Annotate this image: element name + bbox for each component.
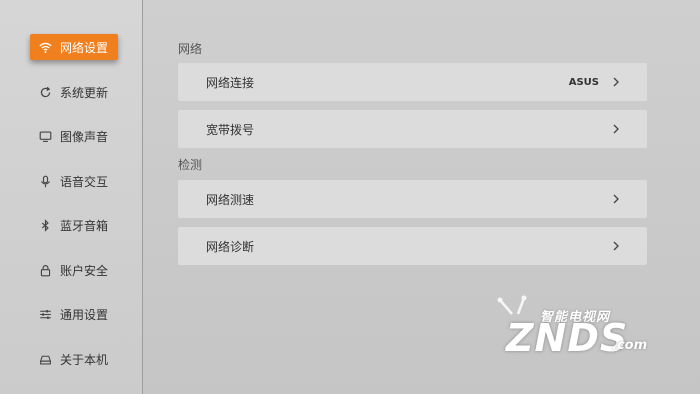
- sidebar-item-label: 网络设置: [60, 40, 109, 55]
- refresh-icon: [38, 85, 52, 99]
- sidebar-item-label: 关于本机: [60, 352, 109, 367]
- sidebar-item-label: 图像声音: [60, 129, 109, 144]
- sidebar-item-label: 账户安全: [60, 263, 109, 278]
- sidebar-item-picture-sound[interactable]: 图像声音: [30, 123, 118, 149]
- sidebar-item-label: 系统更新: [60, 85, 109, 100]
- sidebar-item-bluetooth-speaker[interactable]: 蓝牙音箱: [30, 212, 118, 238]
- wifi-icon: [38, 40, 52, 54]
- bluetooth-icon: [38, 218, 52, 232]
- lock-icon: [38, 263, 52, 277]
- row-label: 网络测速: [206, 192, 255, 207]
- sidebar-item-label: 语音交互: [60, 174, 109, 189]
- section-title-network: 网络: [178, 42, 203, 56]
- watermark-suffix: .com: [612, 338, 648, 353]
- sidebar-item-network-settings[interactable]: 网络设置: [30, 34, 118, 60]
- row-broadband-dialup[interactable]: 宽带拨号: [178, 110, 647, 148]
- sidebar: 网络设置 系统更新 图像声音 语音交互 蓝牙音箱 账户安全 通用设置 关于本机: [0, 0, 143, 394]
- chevron-right-icon: [613, 77, 619, 87]
- row-network-connection[interactable]: 网络连接 ASUS: [178, 63, 647, 101]
- sidebar-item-account-security[interactable]: 账户安全: [30, 257, 118, 283]
- row-label: 网络诊断: [206, 239, 255, 254]
- sidebar-item-label: 通用设置: [60, 307, 109, 322]
- microphone-icon: [38, 174, 52, 188]
- section-title-detection: 检测: [178, 158, 203, 172]
- sidebar-item-general-settings[interactable]: 通用设置: [30, 301, 118, 327]
- watermark-brand: ZNDS: [506, 316, 629, 360]
- sliders-icon: [38, 307, 52, 321]
- sidebar-item-system-update[interactable]: 系统更新: [30, 79, 118, 105]
- chevron-right-icon: [613, 194, 619, 204]
- row-network-speed-test[interactable]: 网络测速: [178, 180, 647, 218]
- chevron-right-icon: [613, 241, 619, 251]
- row-value: ASUS: [568, 76, 599, 88]
- row-network-diagnosis[interactable]: 网络诊断: [178, 227, 647, 265]
- sidebar-item-voice-interaction[interactable]: 语音交互: [30, 168, 118, 194]
- row-label: 宽带拨号: [206, 122, 255, 137]
- sidebar-item-about-device[interactable]: 关于本机: [30, 346, 118, 372]
- monitor-icon: [38, 129, 52, 143]
- device-icon: [38, 352, 52, 366]
- row-label: 网络连接: [206, 75, 255, 90]
- sidebar-item-label: 蓝牙音箱: [60, 218, 109, 233]
- chevron-right-icon: [613, 124, 619, 134]
